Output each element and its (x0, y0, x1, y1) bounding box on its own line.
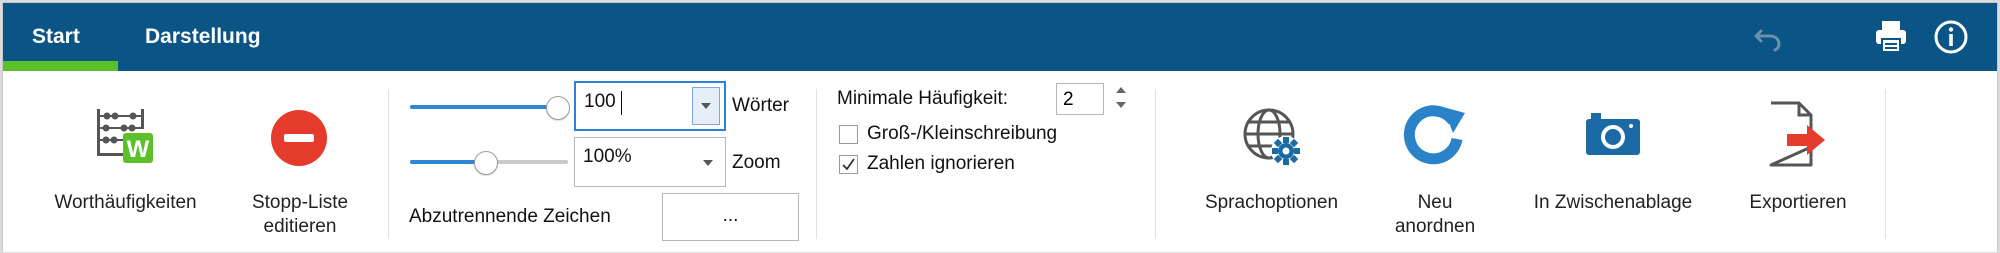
copy-to-clipboard-label: In Zwischenablage (1533, 192, 1693, 213)
export-label: Exportieren (1749, 192, 1847, 213)
export-button[interactable]: Exportieren (1723, 71, 1873, 252)
rearrange-label-line2: anordnen (1394, 216, 1476, 237)
tab-darstellung[interactable]: Darstellung (145, 3, 261, 71)
stop-list-label-line1: Stopp-Liste (251, 192, 349, 213)
stepper-down-icon[interactable] (1116, 102, 1126, 108)
chevron-down-icon (703, 160, 713, 166)
rearrange-label-line1: Neu (1417, 192, 1453, 213)
group-separator (816, 89, 817, 239)
word-frequency-button[interactable]: W Worthäufigkeiten (23, 71, 228, 252)
app-window: Start Darstellung W Worthäufigkeiten Sto… (2, 2, 1998, 252)
min-frequency-input[interactable]: 2 (1056, 83, 1104, 115)
min-frequency-label: Minimale Häufigkeit: (837, 88, 1009, 109)
stop-list-label-line2: editieren (263, 216, 337, 237)
words-count-dropdown[interactable] (692, 87, 720, 125)
words-count-value[interactable]: 100 (584, 91, 616, 113)
info-icon[interactable] (1931, 17, 1971, 57)
rearrange-button[interactable]: Neu anordnen (1365, 71, 1505, 252)
words-unit-label: Wörter (732, 95, 789, 116)
ribbon-tab-bar: Start Darstellung (3, 3, 1997, 71)
word-frequency-label: Worthäufigkeiten (54, 192, 197, 213)
active-tab-indicator (3, 61, 118, 71)
globe-gear-icon (1241, 106, 1305, 177)
min-frequency-value[interactable]: 2 (1063, 89, 1074, 111)
ribbon-start: W Worthäufigkeiten Stopp-Liste editieren (3, 71, 1997, 252)
zoom-combo[interactable]: 100% (574, 137, 726, 187)
abacus-word-icon: W (93, 101, 159, 174)
group-separator (388, 89, 389, 239)
text-cursor (621, 91, 622, 115)
checkmark-icon (842, 158, 855, 171)
group-separator (1885, 89, 1886, 239)
case-sensitive-label: Groß-/Kleinschreibung (867, 123, 1058, 144)
copy-to-clipboard-button[interactable]: In Zwischenablage (1513, 71, 1713, 252)
camera-icon (1584, 111, 1642, 168)
export-icon (1765, 101, 1829, 176)
refresh-icon (1403, 103, 1467, 174)
stop-icon (270, 109, 328, 174)
printer-icon[interactable] (1871, 17, 1911, 57)
group-separator (1155, 89, 1156, 239)
svg-text:W: W (127, 136, 150, 163)
words-slider-thumb[interactable] (546, 96, 570, 120)
edit-stop-list-button[interactable]: Stopp-Liste editieren (229, 71, 371, 252)
chevron-down-icon (701, 103, 711, 109)
separator-chars-label: Abzutrennende Zeichen (409, 206, 611, 227)
words-count-combo[interactable]: 100 (574, 81, 726, 131)
ignore-numbers-checkbox[interactable] (839, 155, 858, 174)
zoom-slider-thumb[interactable] (474, 151, 498, 175)
zoom-unit-label: Zoom (732, 152, 781, 173)
language-options-button[interactable]: Sprachoptionen (1183, 71, 1360, 252)
separator-chars-button[interactable]: ... (662, 193, 799, 241)
language-options-label: Sprachoptionen (1204, 192, 1339, 213)
case-sensitive-checkbox[interactable] (839, 125, 858, 144)
ignore-numbers-label: Zahlen ignorieren (867, 153, 1015, 174)
stepper-up-icon[interactable] (1116, 87, 1126, 93)
undo-icon[interactable] (1748, 17, 1788, 57)
zoom-value[interactable]: 100% (583, 146, 632, 168)
